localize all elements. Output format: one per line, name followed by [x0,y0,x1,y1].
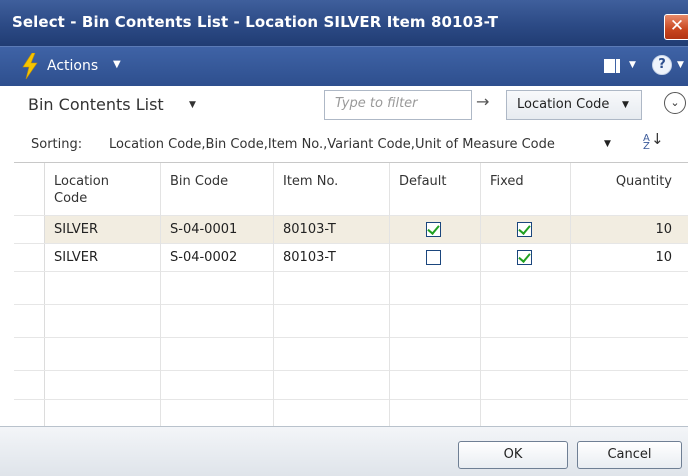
filter-field-dropdown-icon: ▼ [622,100,629,110]
column-header-bin-code[interactable]: Bin Code [170,173,228,190]
page-title[interactable]: Bin Contents List [28,95,164,114]
column-header-quantity[interactable]: Quantity [580,173,672,190]
bin-contents-grid: Location Code Bin Code Item No. Default … [14,162,688,427]
collapse-icon[interactable]: ⌄ [664,92,686,114]
row-divider [14,271,688,272]
actions-menu-button[interactable]: Actions [47,58,98,74]
cell-item-no[interactable]: 80103-T [283,222,336,237]
row-selector-gutter[interactable] [14,163,45,427]
help-dropdown-icon[interactable]: ▼ [677,60,684,70]
actions-dropdown-icon[interactable]: ▼ [113,59,121,70]
cancel-button[interactable]: Cancel [577,441,682,469]
fixed-checkbox[interactable] [517,250,532,265]
filter-field-label: Location Code [517,97,610,112]
lightning-icon [22,53,38,79]
view-dropdown-icon[interactable]: ▼ [629,60,636,70]
column-divider [570,163,571,427]
default-checkbox[interactable] [426,250,441,265]
filter-input[interactable]: Type to filter [324,90,472,120]
title-bar: Select - Bin Contents List - Location SI… [0,0,688,46]
sorting-label: Sorting: [31,137,83,152]
filter-arrow-icon[interactable]: → [476,92,489,111]
column-header-location-code[interactable]: Location Code [54,173,144,207]
sorting-select[interactable]: Location Code,Bin Code,Item No.,Variant … [109,137,555,152]
row-divider [14,370,688,371]
filter-field-select[interactable]: Location Code ▼ [506,90,642,120]
row-divider [14,215,688,216]
view-icon[interactable] [604,59,620,73]
row-divider [14,337,688,338]
dialog-footer: OK Cancel [0,426,688,476]
actions-bar: Actions ▼ ▼ ? ▼ [0,46,688,86]
cell-item-no[interactable]: 80103-T [283,250,336,265]
column-header-fixed[interactable]: Fixed [490,173,524,190]
selected-row-highlight [14,215,688,243]
sorting-dropdown-icon[interactable]: ▼ [604,139,611,149]
column-header-item-no[interactable]: Item No. [283,173,338,190]
row-divider [14,399,688,400]
page-title-dropdown-icon[interactable]: ▼ [189,100,196,110]
cell-bin-code[interactable]: S-04-0002 [170,250,237,265]
row-divider [14,304,688,305]
row-divider [14,243,688,244]
fixed-checkbox[interactable] [517,222,532,237]
cell-location-code[interactable]: SILVER [54,222,98,237]
sort-order-icon[interactable]: A Z ↓ [641,132,664,152]
column-divider [160,163,161,427]
dialog-window: Select - Bin Contents List - Location SI… [0,0,688,476]
ok-button[interactable]: OK [458,441,568,469]
cell-quantity[interactable]: 10 [612,222,672,237]
column-divider [480,163,481,427]
cell-quantity[interactable]: 10 [612,250,672,265]
default-checkbox[interactable] [426,222,441,237]
help-icon[interactable]: ? [652,55,672,75]
window-title: Select - Bin Contents List - Location SI… [12,13,499,31]
column-divider [273,163,274,427]
cell-location-code[interactable]: SILVER [54,250,98,265]
close-icon[interactable]: ✕ [664,14,688,40]
cell-bin-code[interactable]: S-04-0001 [170,222,237,237]
column-divider [389,163,390,427]
column-header-default[interactable]: Default [399,173,447,190]
